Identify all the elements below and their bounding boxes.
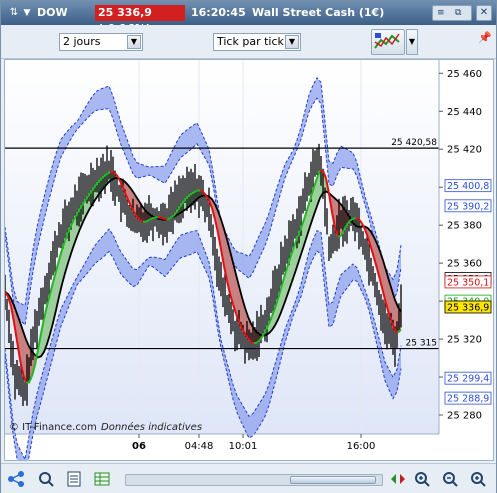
window-title: Wall Street Cash (1€) (252, 6, 385, 19)
y-tick-label: 25 380 (447, 221, 482, 232)
menu-icon: ≡ (437, 8, 445, 18)
bottom-toolbar (1, 463, 496, 493)
pin-icon[interactable]: 📌 (478, 31, 492, 53)
price-tag-label: 25 336,9 (447, 302, 489, 313)
price-tag-label: 25 350,1 (447, 277, 489, 288)
y-tick-label: 25 360 (447, 259, 482, 270)
instrument-name: DOW (37, 6, 68, 19)
level-label-lower: 25 315 (406, 339, 438, 349)
ma-fast-segment (253, 341, 258, 345)
restore-icon: ⧉ (455, 8, 462, 18)
zoom-reset-icon[interactable] (469, 470, 487, 488)
indicators-dropdown[interactable]: ▼ (406, 29, 418, 55)
indicators-button[interactable] (371, 29, 405, 55)
chevron-down-icon: ▼ (285, 35, 299, 49)
price-tag-label: 25 400,8 (447, 181, 489, 192)
ma-fast-segment (199, 189, 204, 193)
watermark: © IT-Finance.com (9, 422, 97, 433)
price-tag-label: 25 299,4 (447, 374, 489, 385)
ma-fast-segment (148, 217, 153, 221)
ma-fast-segment (160, 216, 165, 220)
price-tag-label: 25 390,2 (447, 201, 489, 212)
x-tick-label: 06 (132, 441, 146, 452)
time-scrollbar[interactable] (125, 474, 383, 486)
ma-fast-segment (166, 217, 171, 221)
toolbar: 2 jours ▼ Tick par tick ▼ ▼ 📌 (1, 25, 496, 59)
tick-select-value: Tick par tick (217, 35, 284, 48)
period-select-value: 2 jours (63, 35, 101, 48)
x-tick-label: 04:48 (185, 441, 214, 452)
indicators-icon (374, 33, 400, 49)
ma-fast-segment (250, 340, 255, 345)
ma-fast-segment (151, 216, 156, 220)
magnify-chart-icon[interactable] (37, 470, 55, 488)
y-tick-label: 25 440 (447, 107, 482, 118)
window-menu-button[interactable]: ≡ ⧉ (432, 5, 472, 21)
zoom-out-icon[interactable] (441, 470, 459, 488)
titlebar: ⇅ ▼ DOW 25 336,9 (-0,16%) 16:20:45 Wall … (1, 1, 496, 35)
arrows-icon[interactable] (389, 470, 407, 488)
share-icon[interactable] (7, 470, 25, 488)
zoom-in-icon[interactable] (413, 470, 431, 488)
chevron-down-icon: ▼ (127, 35, 141, 49)
level-label-upper: 25 420,58 (391, 138, 437, 148)
x-tick-label: 16:00 (347, 441, 376, 452)
price-chart[interactable]: 25 420,5825 31525 46025 44025 42025 4002… (4, 59, 494, 481)
y-tick-label: 25 280 (447, 411, 482, 422)
instrument-dropdown-icon[interactable]: ▼ (21, 5, 33, 21)
time-label: 16:20:45 (191, 6, 246, 19)
price-tag-label: 25 288,9 (447, 394, 489, 405)
ma-fast-segment (355, 217, 360, 221)
chart-canvas[interactable]: 25 420,5825 31525 46025 44025 42025 4002… (4, 60, 493, 481)
price-badge: 25 336,9 (-0,16%) (95, 5, 185, 35)
chart-window: ⇅ ▼ DOW 25 336,9 (-0,16%) 16:20:45 Wall … (0, 0, 497, 493)
ma-fast-segment (352, 217, 357, 220)
tick-select[interactable]: Tick par tick ▼ (213, 33, 301, 51)
document-icon[interactable] (65, 470, 83, 488)
y-tick-label: 25 320 (447, 335, 482, 346)
watermark-note: Données indicatives (101, 421, 202, 433)
ma-fast-segment (145, 219, 150, 223)
close-button[interactable]: ✕ (476, 5, 492, 21)
y-tick-label: 25 460 (447, 69, 482, 80)
y-tick-label: 25 420 (447, 145, 482, 156)
scrollbar-thumb[interactable] (290, 476, 376, 484)
table-icon[interactable] (93, 470, 111, 488)
x-tick-label: 10:01 (229, 441, 258, 452)
ma-fast-segment (163, 217, 168, 221)
period-select[interactable]: 2 jours ▼ (59, 33, 143, 51)
